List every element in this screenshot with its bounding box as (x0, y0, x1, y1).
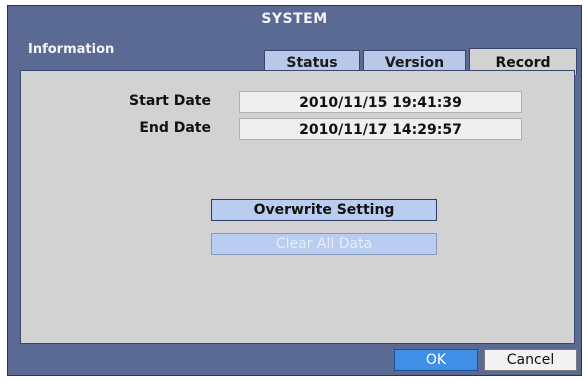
end-date-label: End Date (139, 120, 211, 136)
tab-status-label: Status (286, 55, 338, 71)
system-dialog: SYSTEM Information Status Version Record… (7, 5, 582, 376)
overwrite-setting-button[interactable]: Overwrite Setting (211, 199, 437, 221)
clear-all-data-button[interactable]: Clear All Data (211, 233, 437, 255)
section-label-information: Information (28, 42, 115, 57)
record-panel: Start Date 2010/11/15 19:41:39 End Date … (20, 70, 575, 344)
cancel-button[interactable]: Cancel (484, 349, 577, 371)
start-date-field: 2010/11/15 19:41:39 (239, 91, 522, 113)
tab-record-label: Record (495, 55, 551, 71)
dialog-title: SYSTEM (261, 11, 328, 27)
start-date-label: Start Date (129, 93, 211, 109)
end-date-field: 2010/11/17 14:29:57 (239, 118, 522, 140)
tab-version-label: Version (384, 55, 445, 71)
ok-button[interactable]: OK (394, 349, 478, 371)
